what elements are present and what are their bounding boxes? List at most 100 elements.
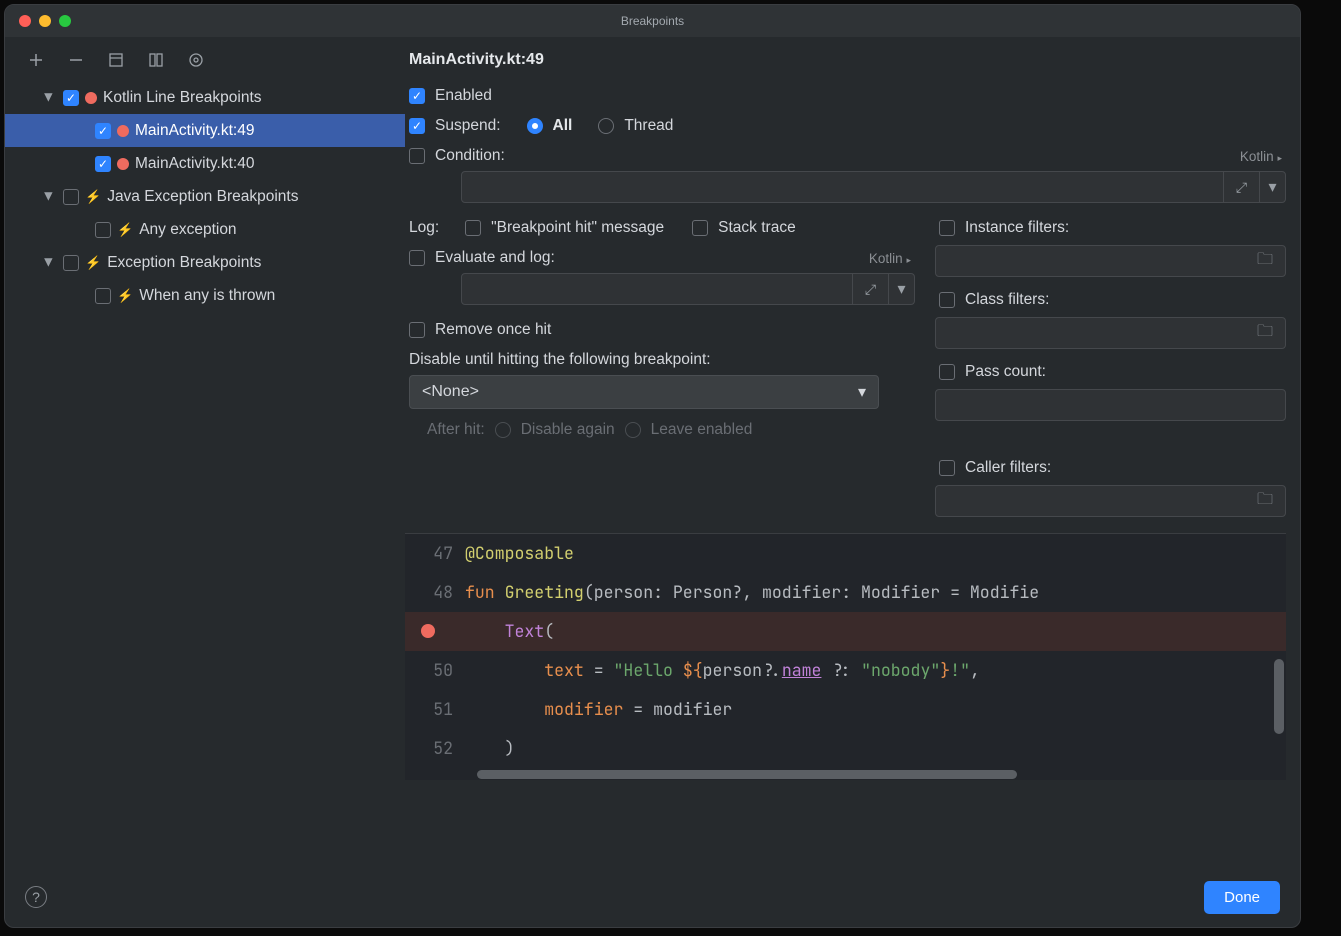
item-label: Any exception [139,213,236,246]
log-row: Log: "Breakpoint hit" message Stack trac… [405,213,915,243]
bolt-icon: ⚡ [117,279,133,312]
pass-count-input[interactable] [935,389,1286,421]
instance-filters-checkbox[interactable] [939,220,955,236]
bolt-icon: ⚡ [117,213,133,246]
chevron-down-icon[interactable]: ▾ [1259,172,1285,202]
breakpoint-icon[interactable] [421,624,435,638]
enabled-row: Enabled [405,81,1286,111]
chevron-icon[interactable]: ▶ [32,254,65,272]
item-checkbox[interactable] [95,156,111,172]
condition-label: Condition: [435,147,505,165]
instance-filters-row: Instance filters: [935,213,1286,243]
enabled-checkbox[interactable] [409,88,425,104]
item-label: When any is thrown [139,279,275,312]
item-label: MainActivity.kt:49 [135,114,254,147]
code-line: 51 modifier = modifier [405,690,1286,729]
chevron-down-icon: ▾ [858,382,866,402]
breakpoint-tree-panel: ▶Kotlin Line BreakpointsMainActivity.kt:… [5,37,405,867]
eval-log-row: Evaluate and log: Kotlin ▸ [405,243,915,273]
chevron-down-icon[interactable]: ▾ [888,274,914,304]
titlebar: Breakpoints [5,5,1300,37]
breakpoints-dialog: Breakpoints ▶Kotlin Line BreakpointsMain… [4,4,1301,928]
tree-item[interactable]: MainActivity.kt:49 [5,114,405,147]
remove-once-hit-checkbox[interactable] [409,322,425,338]
tree-item[interactable]: ⚡Any exception [5,213,405,246]
group-checkbox[interactable] [63,90,79,106]
vertical-scrollbar[interactable] [1274,659,1284,734]
breakpoint-title: MainActivity.kt:49 [405,51,1286,81]
pass-count-row: Pass count: [935,357,1286,387]
code-line: 52 ) [405,729,1286,768]
code-line: Text( [405,612,1286,651]
class-filters-label: Class filters: [965,291,1049,309]
chevron-icon[interactable]: ▶ [32,89,65,107]
caller-filters-input[interactable]: 🗀 [935,485,1286,517]
group-checkbox[interactable] [63,189,79,205]
folder-icon[interactable]: 🗀 [1245,486,1285,516]
eval-log-input[interactable]: ⤢ ▾ [461,273,915,305]
group-checkbox[interactable] [63,255,79,271]
tree-group[interactable]: ▶⚡Exception Breakpoints [5,246,405,279]
view-options-icon[interactable] [187,51,205,69]
remove-breakpoint-button[interactable] [67,51,85,69]
code-preview: 47@Composable48fun Greeting(person: Pers… [405,533,1286,780]
window-title: Breakpoints [5,14,1300,28]
item-checkbox[interactable] [95,288,111,304]
class-filters-checkbox[interactable] [939,292,955,308]
dialog-footer: ? Done [5,867,1300,927]
disable-until-select[interactable]: <None> ▾ [409,375,879,409]
folder-icon[interactable]: 🗀 [1245,246,1285,276]
instance-filters-input[interactable]: 🗀 [935,245,1286,277]
after-hit-leave-radio [625,422,641,438]
condition-lang-tag[interactable]: Kotlin ▸ [1240,149,1282,164]
tree-group[interactable]: ▶⚡Java Exception Breakpoints [5,180,405,213]
suspend-all-radio[interactable] [527,118,543,134]
group-label: Kotlin Line Breakpoints [103,81,262,114]
pass-count-checkbox[interactable] [939,364,955,380]
pass-count-label: Pass count: [965,363,1046,381]
suspend-checkbox[interactable] [409,118,425,134]
group-by-file-icon[interactable] [107,51,125,69]
folder-icon[interactable]: 🗀 [1245,318,1285,348]
eval-log-checkbox[interactable] [409,250,425,266]
chevron-icon[interactable]: ▶ [32,188,65,206]
item-checkbox[interactable] [95,222,111,238]
caller-filters-row: Caller filters: [935,453,1286,483]
suspend-row: Suspend: All Thread [405,111,1286,141]
code-line: 48fun Greeting(person: Person?, modifier… [405,573,1286,612]
bolt-icon: ⚡ [85,246,101,279]
tree-toolbar [5,51,405,81]
disable-until-label: Disable until hitting the following brea… [405,345,915,375]
expand-icon[interactable]: ⤢ [852,274,888,304]
log-label: Log: [409,219,439,237]
caller-filters-checkbox[interactable] [939,460,955,476]
expand-icon[interactable]: ⤢ [1223,172,1259,202]
log-stack-checkbox[interactable] [692,220,708,236]
done-button[interactable]: Done [1204,881,1280,914]
after-hit-disable-label: Disable again [521,421,615,439]
help-button[interactable]: ? [25,886,47,908]
suspend-label: Suspend: [435,117,501,135]
log-bp-msg-checkbox[interactable] [465,220,481,236]
eval-log-label: Evaluate and log: [435,249,555,267]
log-stack-label: Stack trace [718,219,796,237]
horizontal-scrollbar[interactable] [405,768,1286,780]
suspend-thread-radio[interactable] [598,118,614,134]
tree-group[interactable]: ▶ Kotlin Line Breakpoints [5,81,405,114]
tree-item[interactable]: ⚡When any is thrown [5,279,405,312]
after-hit-row: After hit: Disable again Leave enabled [405,415,915,445]
breakpoint-tree[interactable]: ▶Kotlin Line BreakpointsMainActivity.kt:… [5,81,405,312]
add-breakpoint-button[interactable] [27,51,45,69]
breakpoint-details-panel: MainActivity.kt:49 Enabled Suspend: All … [405,37,1300,867]
item-checkbox[interactable] [95,123,111,139]
dialog-body: ▶Kotlin Line BreakpointsMainActivity.kt:… [5,37,1300,867]
after-hit-leave-label: Leave enabled [651,421,753,439]
condition-input[interactable]: ⤢ ▾ [461,171,1286,203]
condition-checkbox[interactable] [409,148,425,164]
group-by-class-icon[interactable] [147,51,165,69]
tree-item[interactable]: MainActivity.kt:40 [5,147,405,180]
class-filters-input[interactable]: 🗀 [935,317,1286,349]
condition-row: Condition: Kotlin ▸ [405,141,1286,171]
eval-lang-tag[interactable]: Kotlin ▸ [869,251,911,266]
remove-once-hit-label: Remove once hit [435,321,551,339]
